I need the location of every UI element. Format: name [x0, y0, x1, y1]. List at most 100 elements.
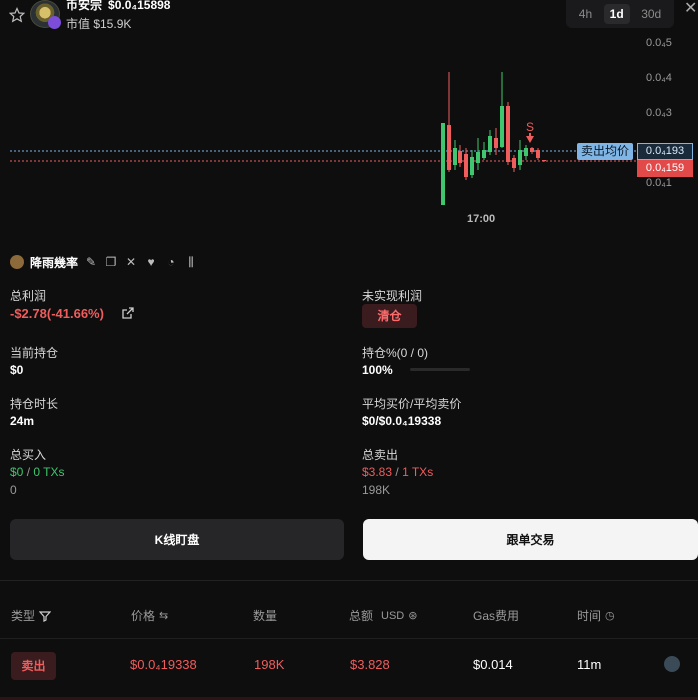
trade-detail-panel: 币安宗 $0.0₄15898 市值 $15.9K 4h 1d 30d ✕ S 0.…: [0, 0, 698, 700]
candle-body: [453, 148, 457, 165]
filter-icon[interactable]: [39, 610, 52, 622]
candle-body: [512, 158, 516, 168]
col-gas: Gas费用: [473, 607, 519, 624]
holding-pct-label: 持仓%(0 / 0): [362, 346, 429, 360]
trader-name[interactable]: 降雨幾率: [30, 254, 78, 271]
col-total-label: 总额: [349, 609, 374, 623]
candle-body: [488, 136, 492, 152]
col-type[interactable]: 类型: [11, 607, 52, 624]
heart-icon[interactable]: ♥: [144, 255, 158, 269]
trader-avatar: [10, 255, 24, 269]
total-sell-label: 总卖出: [362, 448, 399, 462]
total-sell-line: $3.83 / 1 TXs: [362, 465, 433, 479]
total-buy-txs: 0 TXs: [33, 465, 65, 479]
candle-body: [476, 152, 480, 163]
separator: /: [395, 465, 399, 479]
row-total: $3.828: [350, 657, 390, 672]
copy-trade-button[interactable]: 跟单交易: [363, 519, 698, 560]
row-type-badge: 卖出: [11, 652, 56, 680]
hold-time-value: 24m: [10, 414, 35, 428]
candle-body: [482, 150, 486, 158]
clock-icon[interactable]: ◷: [605, 609, 615, 622]
copy-icon[interactable]: ❐: [104, 255, 118, 269]
trader-row: 降雨幾率 ✎ ❐ ✕ ♥ ◔ ⫼: [10, 253, 198, 271]
candle-body: [506, 106, 510, 162]
col-time[interactable]: 时间 ◷: [577, 607, 615, 624]
total-profit-label: 总利润: [10, 289, 47, 303]
col-gas-label: Gas费用: [473, 609, 520, 623]
y-tick: 0.0₄3: [646, 107, 672, 119]
candle-body: [441, 123, 445, 205]
candle-body: [536, 150, 540, 158]
star-icon[interactable]: [9, 7, 25, 23]
candlestick-icon[interactable]: ⫼: [184, 255, 198, 269]
candle-body: [447, 125, 451, 170]
holding-value: $0: [10, 363, 24, 377]
y-tick: 0.0₄4: [646, 72, 672, 84]
candle-body: [470, 157, 474, 175]
timeframe-selector: 4h 1d 30d: [566, 0, 674, 28]
timeframe-4h[interactable]: 4h: [573, 4, 598, 24]
hold-time-label: 持仓时长: [10, 397, 59, 411]
y-tick: 0.0₄5: [646, 37, 672, 49]
row-price: $0.0₄19338: [130, 657, 197, 672]
timeframe-1d[interactable]: 1d: [603, 4, 630, 24]
kline-watch-button[interactable]: K线盯盘: [10, 519, 344, 560]
separator: /: [26, 465, 31, 479]
candle-body: [458, 151, 462, 163]
sell-avg-value: 0.0₄193: [637, 143, 693, 160]
chain-icon: [48, 16, 61, 29]
x-tick: 17:00: [467, 213, 496, 225]
total-buy-line: $0 / 0 TXs: [10, 465, 65, 479]
timeframe-30d[interactable]: 30d: [635, 4, 667, 24]
holding-pct-value: 100%: [362, 363, 393, 377]
row-time: 11m: [577, 657, 602, 672]
total-buy-value: $0: [10, 465, 24, 479]
sell-marker-arrow: [526, 133, 534, 143]
sell-marker-label: S: [526, 120, 534, 134]
close-icon[interactable]: ✕: [684, 0, 697, 18]
candle-body: [530, 148, 534, 152]
col-total-unit: USD: [381, 609, 405, 622]
total-sell-amount: 198K: [362, 483, 391, 497]
candle-body: [542, 160, 546, 161]
x-twitter-icon[interactable]: ✕: [124, 255, 138, 269]
holding-pct-bar: [410, 368, 470, 371]
total-sell-txs: 1 TXs: [402, 465, 434, 479]
col-amount-label: 数量: [253, 609, 278, 623]
row-chart-icon[interactable]: [664, 656, 680, 672]
chart-link-icon[interactable]: ◔: [164, 255, 178, 269]
total-sell-value: $3.83: [362, 465, 393, 479]
col-price-label: 价格: [131, 609, 156, 623]
candle-body: [518, 150, 522, 165]
unrealized-label: 未实现利润: [362, 289, 423, 303]
avg-price-label: 平均买价/平均卖价: [362, 397, 462, 411]
row-gas: $0.014: [473, 657, 513, 672]
token-price: $0.0₄15898: [108, 0, 171, 12]
section-divider: [0, 580, 698, 581]
table-header-divider: [0, 638, 698, 639]
token-name: 币安宗: [66, 0, 103, 12]
current-price-tag: 0.0₄159: [637, 160, 693, 177]
candle-body: [464, 154, 468, 177]
candlestick-svg: S: [10, 72, 636, 205]
avg-price-value: $0/$0.0₄19338: [362, 414, 442, 428]
col-total[interactable]: 总额 USD ⊛: [349, 607, 417, 624]
total-profit-value: -$2.78(-41.66%): [10, 306, 104, 321]
candle-body: [500, 106, 504, 147]
col-type-label: 类型: [11, 609, 36, 623]
edit-icon[interactable]: ✎: [84, 255, 98, 269]
candle-body: [524, 148, 528, 156]
col-price[interactable]: 价格 ⇆: [131, 607, 168, 624]
total-buy-amount: 0: [10, 483, 17, 497]
row-amount: 198K: [254, 657, 285, 672]
y-tick: 0.0₄1: [646, 177, 672, 189]
swap-icon[interactable]: ⇆: [159, 609, 168, 622]
holding-label: 当前持仓: [10, 346, 59, 360]
external-link-icon[interactable]: [121, 306, 135, 320]
col-time-label: 时间: [577, 609, 602, 623]
token-title: 币安宗 $0.0₄15898: [66, 0, 170, 13]
clear-position-badge: 清仓: [362, 304, 417, 328]
currency-toggle-icon[interactable]: ⊛: [408, 609, 417, 622]
price-chart[interactable]: S 0.0₄5 0.0₄4 0.0₄3 0.0₄1 17:00 卖出均价 0.0…: [0, 30, 698, 235]
